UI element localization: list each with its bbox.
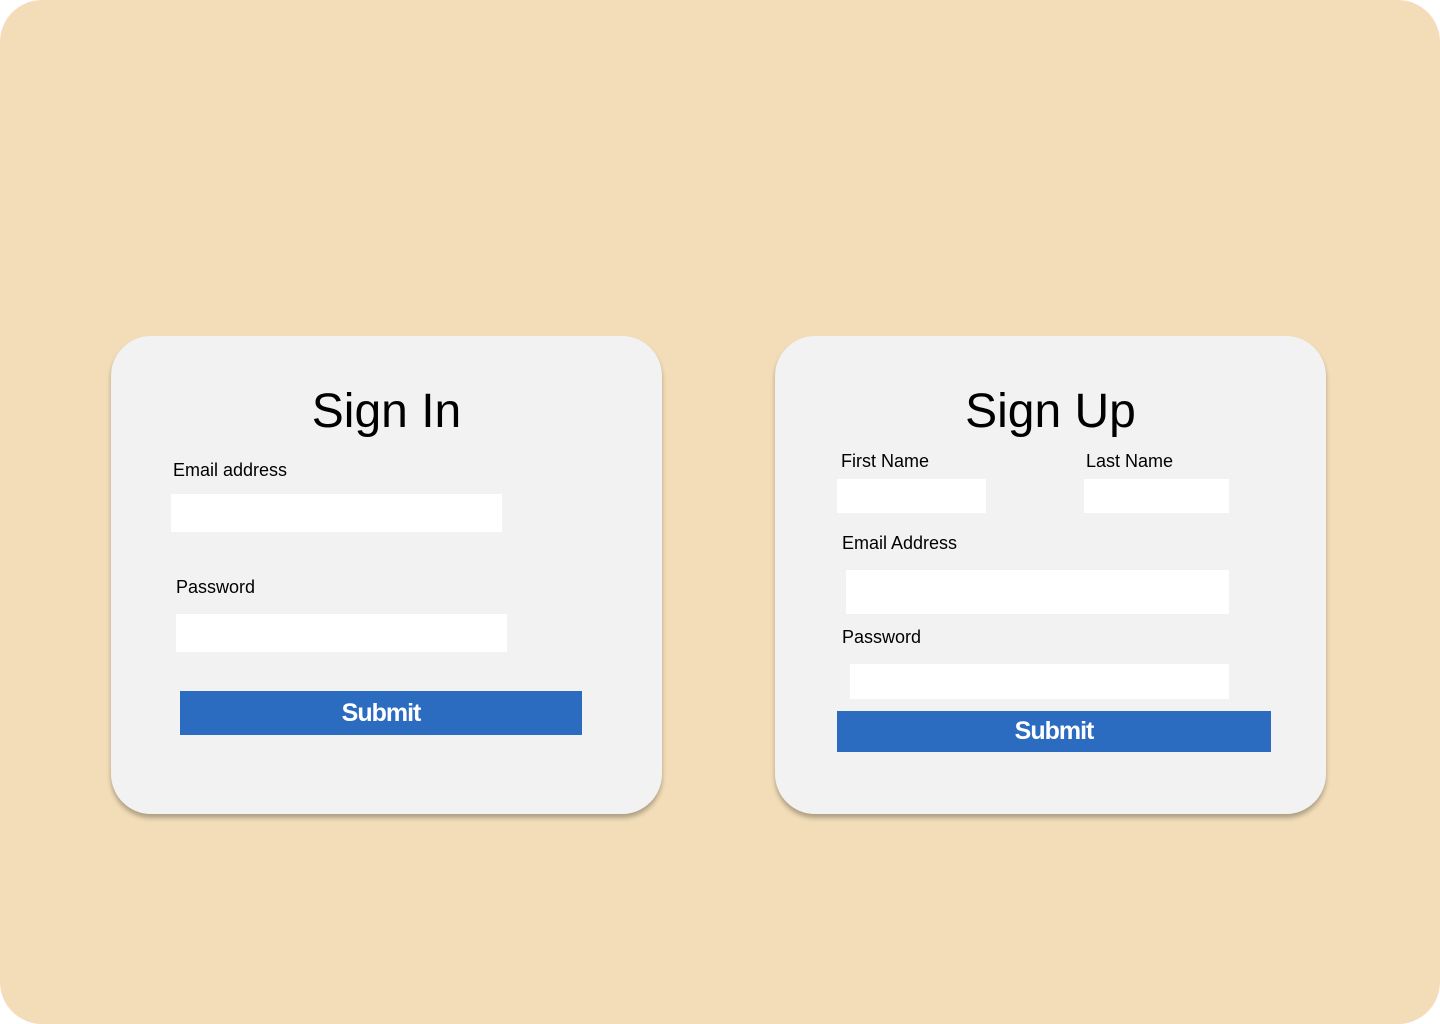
sign-in-submit-button[interactable]: Submit <box>180 691 582 735</box>
sign-up-last-name-input[interactable] <box>1084 479 1229 513</box>
sign-up-submit-button[interactable]: Submit <box>837 711 1271 752</box>
sign-up-first-name-label: First Name <box>841 451 930 471</box>
sign-in-email-label: Email address <box>173 460 288 480</box>
sign-up-last-name-label: Last Name <box>1086 451 1174 471</box>
sign-up-email-label: Email Address <box>842 533 958 553</box>
sign-in-password-label: Password <box>176 577 256 597</box>
sign-up-card: Sign Up First Name Last Name Email Addre… <box>775 336 1326 814</box>
sign-up-password-label: Password <box>842 627 922 647</box>
sign-in-password-input[interactable] <box>176 614 507 652</box>
sign-up-password-input[interactable] <box>850 664 1229 699</box>
page-background: Sign In Email address Password Submit Si… <box>0 0 1440 1024</box>
sign-in-email-input[interactable] <box>171 494 502 532</box>
sign-in-card: Sign In Email address Password Submit <box>111 336 662 814</box>
sign-up-title: Sign Up <box>965 385 1136 438</box>
sign-in-title: Sign In <box>311 385 462 438</box>
sign-up-email-input[interactable] <box>846 570 1229 614</box>
sign-up-first-name-input[interactable] <box>837 479 986 513</box>
